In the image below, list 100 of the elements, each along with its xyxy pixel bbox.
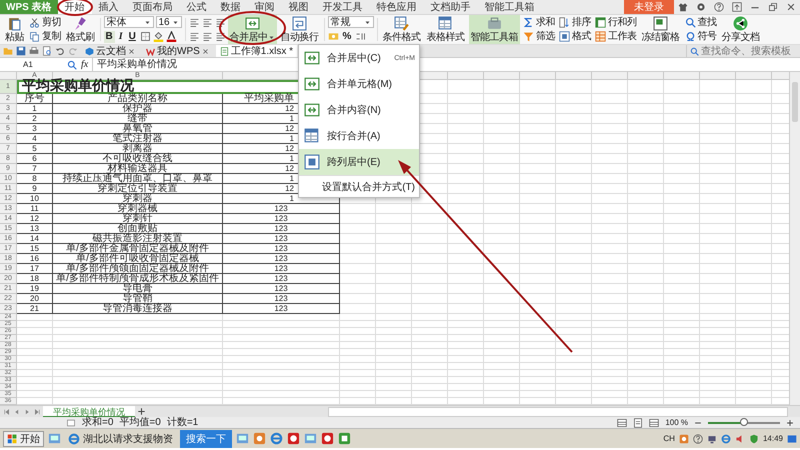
menu-item[interactable]: 跨列居中(E) [299,149,419,175]
taskbar-window[interactable]: 湖北以请求支援物资 [65,430,176,446]
underline-button[interactable]: U [126,30,138,43]
cut-button[interactable]: 剪切 [28,16,62,29]
table-cell: 8 [17,174,53,184]
grid-format-icon [559,31,570,42]
table-cell: 4 [17,134,53,144]
ribbon-button[interactable]: 表格样式 [424,15,466,44]
paste-button[interactable]: 粘贴 [3,15,26,44]
clock: 14:49 [762,434,783,443]
align-icon [202,31,212,42]
table-cell: 材料输送器具 [53,164,223,174]
ribbon-button[interactable]: 查找 [684,16,718,29]
menu-item[interactable]: 合并内容(N) [299,97,419,123]
menu-tab[interactable]: 智能工具箱 [478,0,542,14]
cell-icon [66,418,76,428]
page-view-icon [633,418,644,428]
ribbon-button[interactable]: 求和 [522,16,556,29]
bold-button[interactable]: B [104,30,115,43]
document-tab[interactable]: 我的WPS [142,45,213,57]
first-arrow-icon [3,408,11,416]
undo-icon [55,46,65,56]
fill-color-icon [152,31,164,42]
align-icon [214,31,226,42]
ribbon-button[interactable]: 分享文档 [720,15,762,44]
table-cell: 123 [223,294,340,304]
ribbon-button[interactable]: 冻结窗格 [640,15,682,44]
table-cell: 穿刺定位引导装置 [53,184,223,194]
horizontal-scrollbar[interactable] [328,406,788,416]
column-header[interactable] [484,72,520,80]
ribbon-button[interactable]: 条件格式 [380,15,422,44]
table-cell: 9 [17,184,53,194]
table-cell: 17 [17,264,53,274]
spreadsheet-icon [220,46,229,56]
borders-icon [140,31,151,42]
table-cell: 磁共振造影注射装置 [53,234,223,244]
app-name[interactable]: WPS 表格 [0,0,58,14]
search-button[interactable]: 搜索一下 [180,430,232,448]
merge-cells-icon [303,102,321,118]
sheet-tab[interactable]: 平均采购单价情况 [43,406,135,417]
number-format-field[interactable]: 常规 [328,16,374,28]
document-tab[interactable]: 工作簿1.xlsx * [216,45,298,57]
search-icon [67,60,77,70]
slider-thumb[interactable] [740,418,748,426]
language-indicator[interactable]: CH [663,434,675,443]
menu-tab[interactable]: 开发工具 [316,0,370,14]
ribbon-button[interactable]: 格式 [558,30,592,44]
table-cell: 导电膏 [53,284,223,294]
menu-tab[interactable]: 特色应用 [370,0,424,14]
status-text: 计数=1 [166,417,198,428]
caret-icon [268,34,274,41]
menu-item[interactable]: 按行合并(A) [299,123,419,149]
menu-tab[interactable]: 视图 [282,0,316,14]
help-icon [714,2,724,12]
column-header[interactable] [556,72,592,80]
menu-tab[interactable]: 插入 [92,0,126,14]
font-size-field[interactable]: 16 [156,16,182,28]
align-icon [214,16,226,28]
document-tab[interactable]: 云文档 [81,45,139,57]
ribbon-button[interactable]: 工作表 [594,30,638,44]
menu-item[interactable]: 设置默认合并方式(T) [299,175,419,197]
column-header[interactable] [664,72,700,80]
column-header[interactable] [520,72,556,80]
print-icon [29,46,39,56]
column-header[interactable] [700,72,736,80]
normal-view-icon [617,418,628,428]
ribbon-button[interactable]: 行和列 [594,16,638,29]
table-cell: 3 [17,124,53,134]
italic-button[interactable]: I [116,30,125,43]
column-header[interactable] [736,72,772,80]
search-field[interactable]: 查找命令、搜索模板 [686,45,797,57]
omega-icon [684,31,696,42]
corner-cell[interactable] [0,72,17,80]
search-icon [690,46,699,56]
menu-tab[interactable]: 审阅 [248,0,282,14]
fx-label[interactable]: fx [81,59,88,70]
vertical-scrollbar[interactable] [789,72,800,405]
menu-item[interactable]: 合并单元格(M) [299,71,419,97]
format-painter-button[interactable]: 格式刷 [64,15,96,44]
copy-button[interactable]: 复制 [28,30,62,44]
ribbon-button[interactable]: 智能工具箱 [468,15,520,44]
menu-tab[interactable]: 数据 [214,0,248,14]
ribbon-button[interactable]: 符号 [684,30,718,44]
start-button[interactable]: 开始 [3,430,44,446]
menu-tab[interactable]: 公式 [180,0,214,14]
wrap-text-button[interactable]: 自动换行 [278,15,320,44]
menu-tab[interactable]: 页面布局 [126,0,180,14]
column-header[interactable] [448,72,484,80]
close-icon [786,2,796,12]
upload-icon [732,2,742,12]
menu-tab[interactable]: 文档助手 [424,0,478,14]
w-logo-icon [146,46,155,56]
ribbon-button[interactable]: 排序 [558,16,592,29]
ribbon-button[interactable]: 筛选 [522,30,556,44]
percent-button[interactable]: % [340,30,354,43]
font-name-field[interactable]: 宋体 [104,16,154,28]
column-header[interactable] [628,72,664,80]
column-header[interactable] [592,72,628,80]
app-icon [287,432,300,445]
menu-tab[interactable]: 开始 [58,0,92,14]
